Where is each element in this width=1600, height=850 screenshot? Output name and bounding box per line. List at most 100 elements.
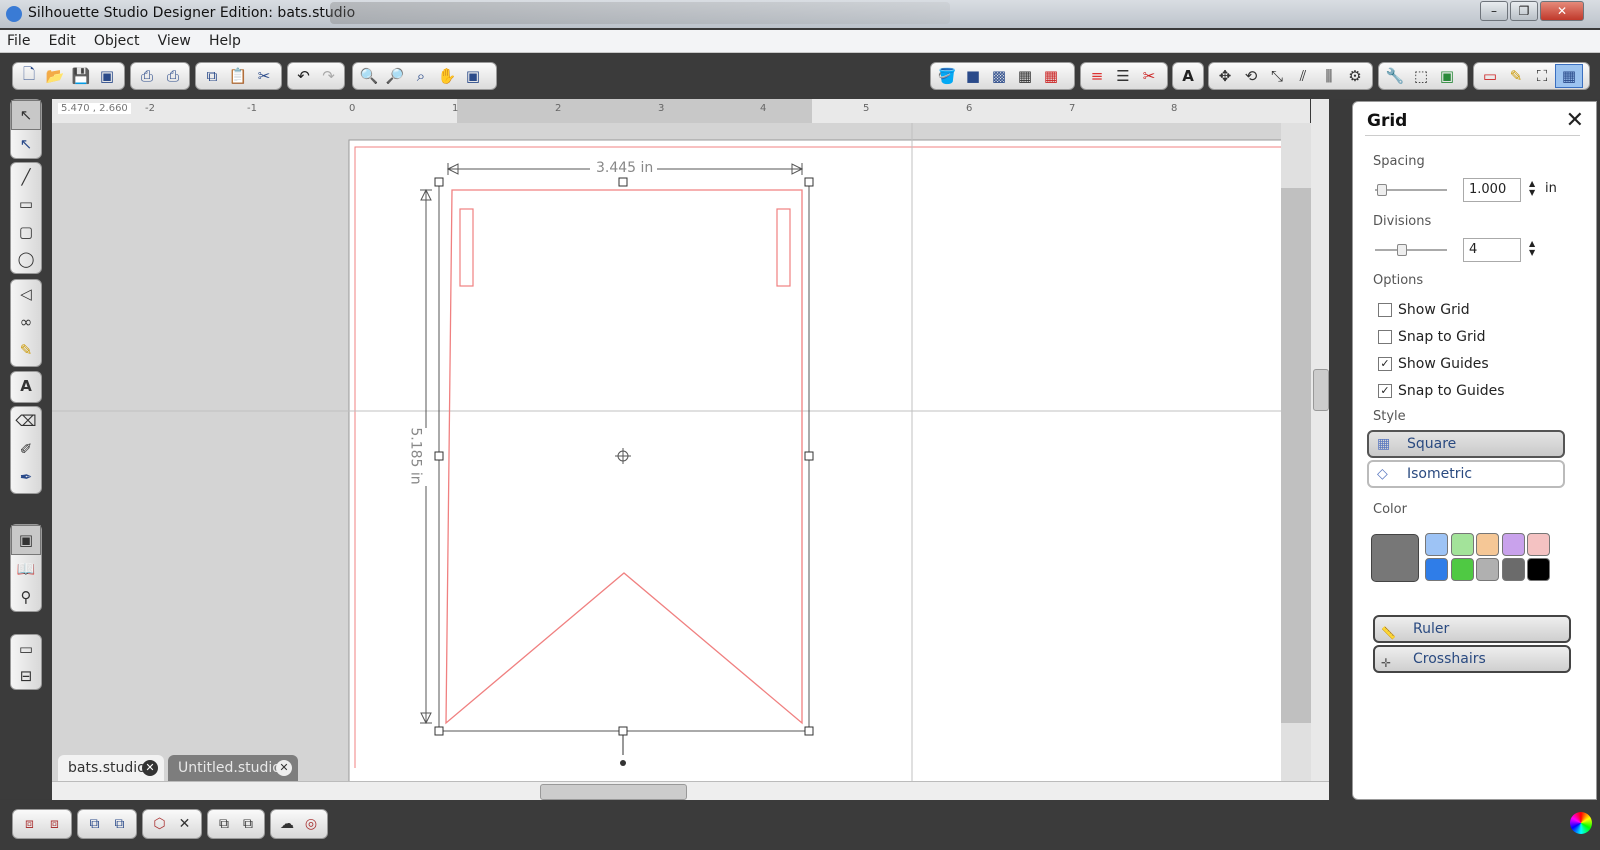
- slider-knob[interactable]: [1397, 244, 1407, 256]
- doc-tab-untitled[interactable]: Untitled.studio ✕: [168, 755, 298, 781]
- edit-points-icon[interactable]: ↖: [12, 130, 40, 158]
- copy-icon[interactable]: ⧉: [199, 65, 225, 87]
- zoom-select-icon[interactable]: ⌕: [408, 65, 434, 87]
- color-swatch[interactable]: [1450, 558, 1474, 581]
- split-panel-icon[interactable]: ⊟: [12, 662, 40, 689]
- freehand-icon[interactable]: ✎: [12, 336, 40, 364]
- divisions-spinner[interactable]: ▲ ▼: [1529, 239, 1535, 257]
- snap-to-grid-option[interactable]: Snap to Grid: [1378, 329, 1486, 345]
- single-panel-icon[interactable]: ▭: [12, 635, 40, 662]
- divisions-input[interactable]: 4: [1463, 238, 1521, 262]
- snap-to-grid-checkbox[interactable]: [1378, 330, 1392, 344]
- shear-icon[interactable]: ⫽: [1290, 65, 1316, 87]
- fill-color-icon[interactable]: ■: [960, 65, 986, 87]
- offset-icon[interactable]: ☁: [275, 812, 299, 836]
- close-tab-icon[interactable]: ✕: [276, 760, 292, 776]
- text-style-icon[interactable]: A: [1176, 65, 1200, 87]
- menu-file[interactable]: File: [0, 30, 37, 49]
- align-icon[interactable]: ⫼: [1316, 65, 1342, 87]
- grid-icon[interactable]: ▦: [1555, 64, 1583, 88]
- select-arrow-icon[interactable]: ↖: [11, 100, 41, 130]
- color-swatch[interactable]: [1501, 558, 1525, 581]
- move-icon[interactable]: ✥: [1212, 65, 1238, 87]
- send-backward-icon[interactable]: ⧉: [236, 812, 260, 836]
- spacing-input[interactable]: 1.000: [1463, 178, 1521, 202]
- close-tab-icon[interactable]: ✕: [142, 760, 158, 776]
- replicate-icon[interactable]: ⚙: [1342, 65, 1368, 87]
- line-color-icon[interactable]: ≡: [1084, 65, 1110, 87]
- save-icon[interactable]: 💾: [68, 65, 94, 87]
- release-compound-icon[interactable]: ⧉: [107, 812, 132, 836]
- style-isometric-button[interactable]: ◇ Isometric: [1367, 460, 1565, 488]
- new-doc-icon[interactable]: 🗋: [16, 65, 42, 87]
- store-icon[interactable]: ⚲: [12, 583, 40, 611]
- ellipse-icon[interactable]: ◯: [12, 246, 40, 274]
- close-button[interactable]: ✕: [1540, 1, 1584, 21]
- color-swatch[interactable]: [1476, 558, 1499, 581]
- divisions-slider[interactable]: [1375, 244, 1447, 256]
- snap-to-guides-checkbox[interactable]: ✓: [1378, 384, 1392, 398]
- redo-icon[interactable]: ↷: [316, 65, 341, 87]
- ungroup-icon[interactable]: ⧈: [42, 812, 67, 836]
- show-grid-option[interactable]: Show Grid: [1378, 302, 1470, 318]
- show-grid-checkbox[interactable]: [1378, 303, 1392, 317]
- color-swatch[interactable]: [1425, 558, 1448, 581]
- fullscreen-icon[interactable]: ⛶: [1529, 65, 1555, 87]
- menu-edit[interactable]: Edit: [42, 30, 83, 49]
- color-swatch[interactable]: [1501, 533, 1525, 556]
- scale-icon[interactable]: ⤡: [1264, 65, 1290, 87]
- design-view-icon[interactable]: ▭: [1477, 65, 1503, 87]
- library-icon[interactable]: 📖: [12, 555, 40, 583]
- vertical-scrollbar[interactable]: [1311, 99, 1329, 782]
- canvas-workspace[interactable]: 3.445 in 5.185 in: [52, 123, 1310, 781]
- cut-style-icon[interactable]: ✂: [1136, 65, 1162, 87]
- open-icon[interactable]: 📂: [42, 65, 68, 87]
- zoom-out-icon[interactable]: 🔎: [382, 65, 408, 87]
- snap-to-guides-option[interactable]: ✓ Snap to Guides: [1378, 383, 1505, 399]
- pattern-icon[interactable]: ▦: [1012, 65, 1038, 87]
- spacing-slider[interactable]: [1375, 184, 1447, 196]
- cut-icon[interactable]: ✂: [251, 65, 277, 87]
- color-swatch[interactable]: [1527, 558, 1550, 581]
- slider-knob[interactable]: [1377, 184, 1387, 196]
- line-icon[interactable]: ╱: [12, 163, 40, 191]
- maximize-button[interactable]: ❐: [1510, 1, 1538, 21]
- paste-icon[interactable]: 📋: [225, 65, 251, 87]
- knife-icon[interactable]: ✐: [12, 435, 40, 463]
- rounded-rectangle-icon[interactable]: ▢: [12, 218, 40, 246]
- close-icon[interactable]: ✕: [1566, 108, 1584, 133]
- doc-tab-bats[interactable]: bats.studio ✕: [58, 755, 164, 781]
- minimize-button[interactable]: –: [1480, 1, 1508, 21]
- rectangle-icon[interactable]: ▭: [12, 191, 40, 219]
- menu-view[interactable]: View: [151, 30, 198, 49]
- weld-icon[interactable]: ⬡: [147, 812, 172, 836]
- bring-forward-icon[interactable]: ⧉: [212, 812, 236, 836]
- fill-bucket-icon[interactable]: 🪣: [934, 65, 960, 87]
- vertical-scroll-thumb[interactable]: [1313, 369, 1329, 411]
- make-compound-icon[interactable]: ⧉: [82, 812, 107, 836]
- group-icon[interactable]: ⧈: [17, 812, 42, 836]
- save-library-icon[interactable]: ▣: [94, 65, 120, 87]
- color-swatch[interactable]: [1476, 533, 1499, 556]
- show-guides-checkbox[interactable]: ✓: [1378, 357, 1392, 371]
- design-page-icon[interactable]: ▣: [11, 525, 41, 555]
- polygon-icon[interactable]: ◁: [12, 280, 40, 308]
- line-fill-icon[interactable]: ▦: [1038, 65, 1064, 87]
- curve-icon[interactable]: ∞: [12, 308, 40, 336]
- spacing-spinner[interactable]: ▲ ▼: [1529, 179, 1535, 197]
- eraser-icon[interactable]: ⌫: [12, 407, 40, 435]
- page-setup-icon[interactable]: 🔧: [1382, 65, 1408, 87]
- print-cut-icon[interactable]: ⎙: [160, 65, 186, 87]
- text-tool-icon[interactable]: A: [12, 372, 40, 400]
- print-icon[interactable]: ⎙: [134, 65, 160, 87]
- color-wheel-icon[interactable]: [1570, 812, 1592, 834]
- color-swatch[interactable]: [1425, 533, 1448, 556]
- sketch-tool-icon[interactable]: ✒: [12, 463, 40, 491]
- delete-icon[interactable]: ✕: [172, 812, 197, 836]
- registration-marks-icon[interactable]: ⬚: [1408, 65, 1434, 87]
- selected-color-swatch[interactable]: [1371, 534, 1419, 582]
- show-guides-option[interactable]: ✓ Show Guides: [1378, 356, 1489, 372]
- crosshairs-button[interactable]: ✛ Crosshairs: [1373, 645, 1571, 673]
- menu-help[interactable]: Help: [202, 30, 248, 49]
- fit-page-icon[interactable]: ▣: [460, 65, 486, 87]
